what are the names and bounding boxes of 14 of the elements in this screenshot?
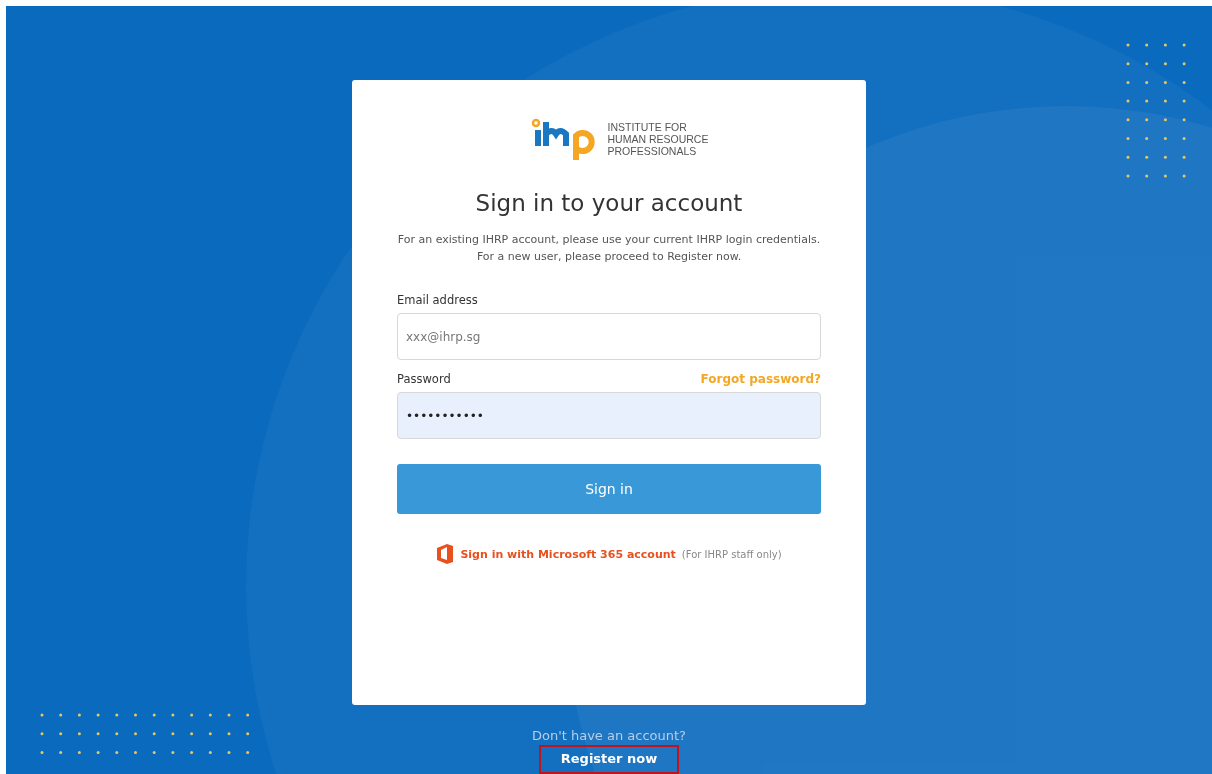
field-label: Password bbox=[397, 372, 451, 386]
staff-note: (For IHRP staff only) bbox=[681, 548, 782, 560]
microsoft-sign-in-link[interactable]: Sign in with Microsoft 365 account bbox=[460, 547, 676, 561]
logo-text: INSTITUTE FOR HUMAN RESOURCE PROFESSIONALS bbox=[607, 121, 709, 157]
register-link[interactable]: Register now bbox=[539, 745, 679, 774]
sign-in-button[interactable]: Sign in bbox=[397, 464, 821, 514]
office-icon bbox=[436, 544, 455, 564]
password-field[interactable]: ••••••••••• bbox=[397, 392, 821, 439]
page-title: Sign in to your account bbox=[474, 190, 744, 216]
intro-text: For an existing IHRP account, please use your current IHRP login credentials. For a new user, please proceed to Register now. bbox=[397, 232, 821, 265]
forgot-password-link[interactable]: Forgot password? bbox=[700, 372, 821, 386]
email-field[interactable]: xxx@ihrp.sg bbox=[397, 313, 821, 360]
field-label: Email address bbox=[397, 293, 478, 307]
register-prompt: Don't have an account? bbox=[531, 728, 687, 743]
